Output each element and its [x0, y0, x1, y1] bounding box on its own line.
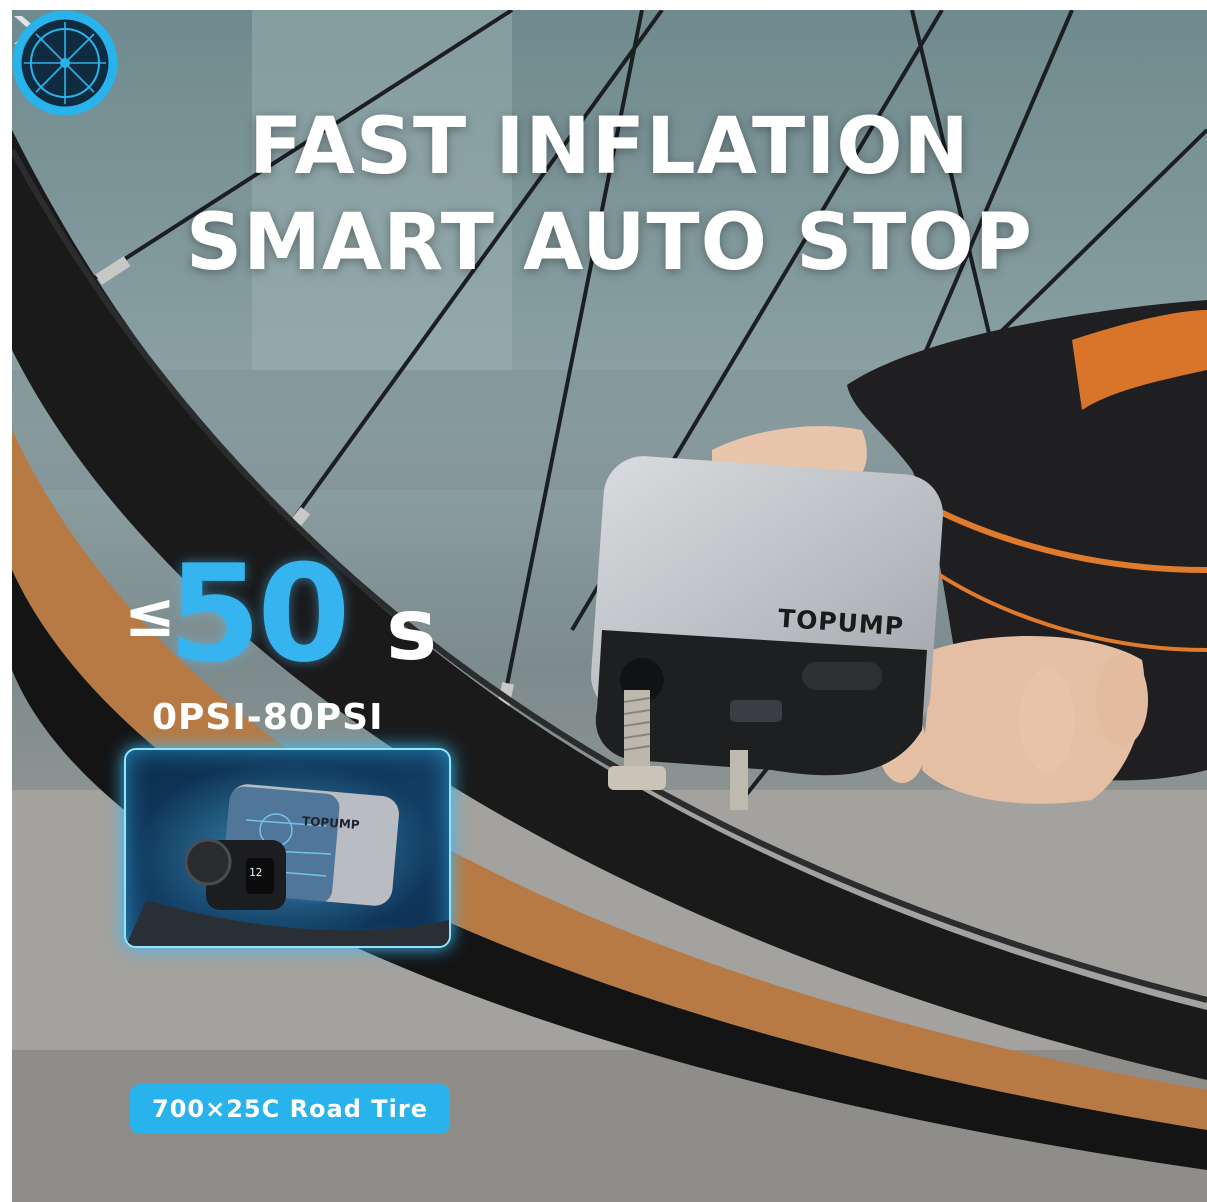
time-value: 50: [168, 536, 350, 692]
tire-size-badge: 700×25C Road Tire: [130, 1084, 450, 1134]
product-photo: FAST INFLATION SMART AUTO STOP TOPUMP ≤ …: [12, 10, 1207, 1202]
inflated-wheel-icon: [12, 10, 118, 116]
headline-line-2: SMART AUTO STOP: [186, 198, 1033, 288]
pressure-range: 0PSI-80PSI: [152, 697, 384, 738]
pump-cutaway-illustration: 12: [126, 760, 449, 946]
time-unit: s: [386, 580, 438, 680]
inflation-time: ≤ 50 s: [124, 536, 464, 692]
svg-text:12: 12: [249, 866, 262, 879]
pump-inset-image: 12 TOPUMP: [124, 748, 451, 948]
headline-line-1: FAST INFLATION: [249, 102, 970, 192]
